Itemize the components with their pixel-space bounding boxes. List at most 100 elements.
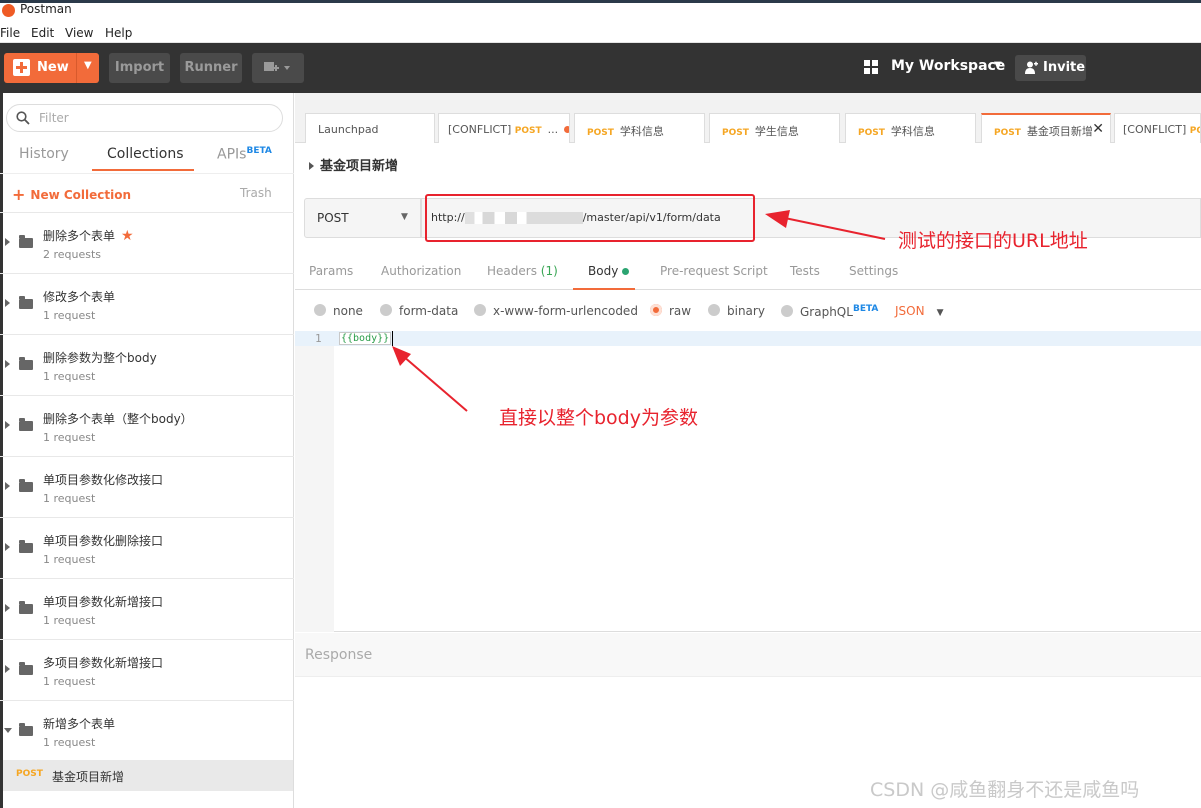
collection-item[interactable]: 删除多个表单 ★ 2 requests (0, 212, 294, 273)
window-title: Postman (20, 2, 72, 16)
tab-authorization[interactable]: Authorization (381, 264, 461, 278)
tab-apis-label: APIs (217, 146, 247, 163)
radio-label: binary (727, 304, 765, 318)
tab-request-active[interactable]: POST 基金项目新增 ✕ (981, 113, 1111, 143)
radio-graphql[interactable]: GraphQLBETA (781, 304, 878, 319)
folder-icon (19, 662, 33, 675)
body-editor[interactable]: 1 {{body}} (295, 331, 1201, 632)
import-button[interactable]: Import (109, 53, 170, 83)
watermark: CSDN @咸鱼翻身不还是咸鱼吗 (870, 779, 1140, 801)
collection-item[interactable]: 单项目参数化新增接口 1 request (0, 578, 294, 639)
caret-right-icon[interactable] (5, 543, 10, 551)
radio-x-www-form-urlencoded[interactable]: x-www-form-urlencoded (474, 304, 638, 318)
tab-apis[interactable]: APIsBETA (217, 146, 272, 163)
collection-item[interactable]: 删除参数为整个body 1 request (0, 334, 294, 395)
tab-label: [CONFLICT] POST... (448, 123, 569, 136)
method-select[interactable]: POST ▼ (304, 198, 421, 238)
menu-help[interactable]: Help (105, 26, 132, 40)
breadcrumb[interactable]: 基金项目新增 (309, 155, 398, 174)
tab-request[interactable]: POST 学科信息 (845, 113, 976, 143)
new-button[interactable]: New ▼ (4, 53, 99, 83)
folder-icon (19, 296, 33, 309)
star-icon[interactable]: ★ (121, 228, 134, 244)
caret-right-icon[interactable] (5, 665, 10, 673)
title-bar: Postman (0, 0, 1201, 22)
radio-label: none (333, 304, 363, 318)
radio-selected-icon (650, 304, 662, 316)
tab-title: 学生信息 (754, 125, 799, 138)
folder-icon (19, 235, 33, 248)
filter-field[interactable] (6, 104, 283, 132)
filter-input[interactable] (39, 109, 269, 127)
request-count: 2 requests (43, 248, 102, 261)
tab-settings[interactable]: Settings (849, 264, 898, 278)
tab-label: [CONFLICT] PO (1123, 123, 1200, 136)
format-select[interactable]: JSON ▼ (895, 304, 944, 318)
menu-view[interactable]: View (65, 26, 93, 40)
collection-name: 多项目参数化新增接口 (43, 656, 164, 670)
collection-name: 单项目参数化修改接口 (43, 473, 164, 487)
tab-history[interactable]: History (19, 146, 69, 162)
new-window-button[interactable] (252, 53, 304, 83)
collection-name: 修改多个表单 (43, 290, 116, 304)
caret-right-icon[interactable] (5, 482, 10, 490)
tab-request[interactable]: POST 学科信息 (574, 113, 705, 143)
tab-request[interactable]: POST 学生信息 (709, 113, 840, 143)
trash-link[interactable]: Trash (240, 186, 272, 200)
tab-launchpad[interactable]: Launchpad (305, 113, 435, 143)
tab-request[interactable]: [CONFLICT] PO (1114, 113, 1201, 143)
radio-icon (314, 304, 326, 316)
tab-body[interactable]: Body (588, 264, 630, 278)
collection-item[interactable]: 多项目参数化新增接口 1 request (0, 639, 294, 700)
method-value: POST (317, 211, 349, 225)
folder-icon (19, 723, 33, 736)
url-highlight-box (425, 194, 755, 242)
request-item-active[interactable]: POST 基金项目新增 (3, 760, 293, 791)
tab-label: POST 学生信息 (722, 123, 799, 139)
add-user-icon (1025, 61, 1038, 74)
tab-tests[interactable]: Tests (790, 264, 820, 278)
collection-item[interactable]: 删除多个表单（整个body） 1 request (0, 395, 294, 456)
caret-down-icon[interactable] (4, 728, 12, 733)
tab-headers[interactable]: Headers (1) (487, 264, 558, 278)
collection-item[interactable]: 单项目参数化修改接口 1 request (0, 456, 294, 517)
radio-raw[interactable]: raw (650, 304, 691, 318)
tab-pre-request-script[interactable]: Pre-request Script (660, 264, 768, 278)
new-button-label: New (37, 60, 69, 75)
close-icon[interactable]: ✕ (1092, 121, 1104, 137)
collection-item[interactable]: 修改多个表单 1 request (0, 273, 294, 334)
request-name: 基金项目新增 (52, 770, 125, 784)
caret-right-icon[interactable] (5, 604, 10, 612)
tab-request[interactable]: [CONFLICT] POST... (438, 113, 570, 143)
radio-none[interactable]: none (314, 304, 363, 318)
caret-right-icon[interactable] (5, 299, 10, 307)
collection-name: 删除参数为整个body (43, 351, 157, 365)
invite-button[interactable]: Invite (1015, 55, 1086, 81)
folder-icon (19, 540, 33, 553)
runner-button[interactable]: Runner (180, 53, 242, 83)
collection-item[interactable]: 新增多个表单 1 request (0, 700, 294, 761)
beta-badge: BETA (246, 146, 272, 156)
request-count: 1 request (43, 614, 96, 627)
collection-name: 单项目参数化删除接口 (43, 534, 164, 548)
menu-file[interactable]: File (0, 26, 20, 40)
tab-label: POST 学科信息 (858, 123, 935, 139)
plus-icon (13, 59, 30, 76)
chevron-down-icon[interactable]: ▼ (84, 60, 92, 71)
radio-binary[interactable]: binary (708, 304, 765, 318)
new-collection-button[interactable]: + New Collection (12, 184, 131, 204)
caret-right-icon[interactable] (5, 238, 10, 246)
request-count: 1 request (43, 492, 96, 505)
menu-edit[interactable]: Edit (31, 26, 54, 40)
tab-params[interactable]: Params (309, 264, 353, 278)
sidebar: History Collections APIsBETA + New Collec… (0, 93, 294, 808)
radio-form-data[interactable]: form-data (380, 304, 458, 318)
tab-collections[interactable]: Collections (107, 146, 184, 162)
unsaved-dot-icon (564, 126, 569, 133)
radio-label: GraphQL (800, 305, 853, 319)
caret-right-icon[interactable] (5, 421, 10, 429)
conflict-prefix: [CONFLICT] (448, 123, 512, 136)
caret-right-icon[interactable] (5, 360, 10, 368)
collection-item[interactable]: 单项目参数化删除接口 1 request (0, 517, 294, 578)
tab-title: ... (547, 123, 559, 136)
